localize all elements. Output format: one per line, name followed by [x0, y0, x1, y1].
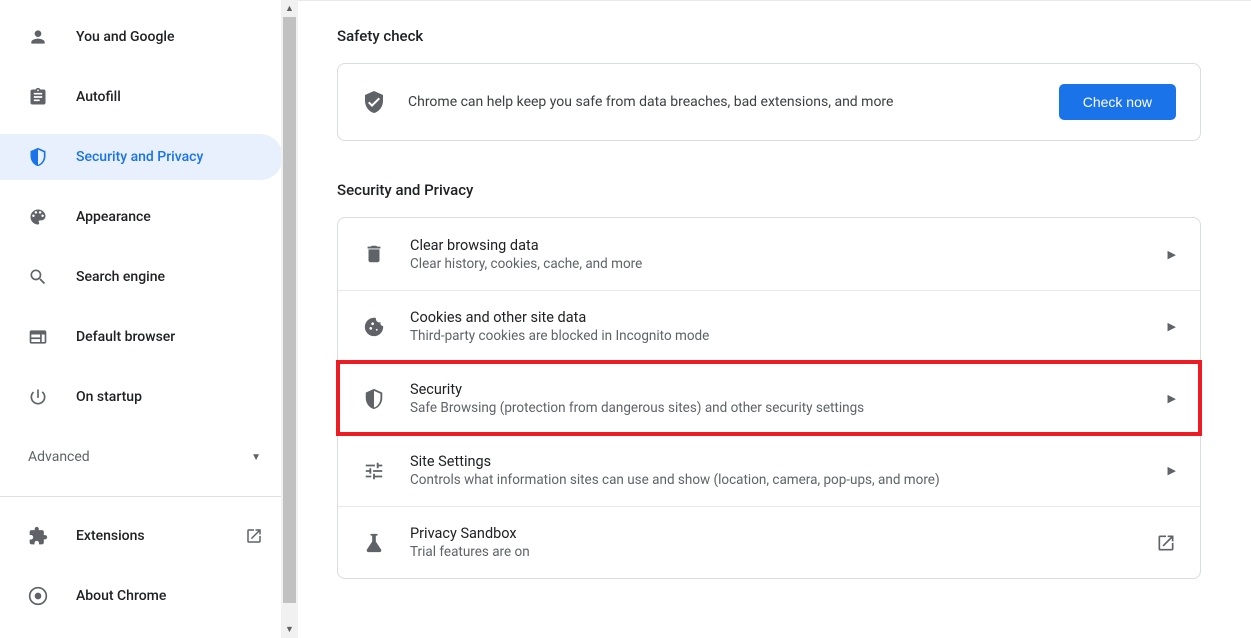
scroll-thumb[interactable] — [283, 17, 296, 603]
advanced-label: Advanced — [28, 449, 90, 465]
clipboard-icon — [28, 87, 48, 107]
sidebar-item-label: Autofill — [76, 89, 121, 105]
sidebar: You and Google Autofill Security and Pri… — [0, 0, 297, 638]
shield-check-icon — [362, 90, 386, 114]
scroll-down-arrow-icon[interactable]: ▼ — [281, 621, 298, 638]
row-privacy-sandbox[interactable]: Privacy Sandbox Trial features are on — [338, 506, 1200, 578]
sidebar-item-appearance[interactable]: Appearance — [0, 194, 283, 240]
sidebar-advanced-toggle[interactable]: Advanced ▼ — [0, 434, 297, 480]
open-external-icon — [245, 527, 263, 545]
row-title: Cookies and other site data — [410, 309, 1156, 326]
scrollbar[interactable]: ▲ ▼ — [281, 0, 298, 638]
extension-icon — [28, 526, 48, 546]
row-security[interactable]: Security Safe Browsing (protection from … — [338, 362, 1200, 434]
chevron-right-icon: ▶ — [1168, 392, 1176, 405]
row-title: Clear browsing data — [410, 237, 1156, 254]
safety-check-title: Safety check — [337, 27, 1201, 45]
sidebar-item-label: Search engine — [76, 269, 165, 285]
row-cookies[interactable]: Cookies and other site data Third-party … — [338, 290, 1200, 362]
sidebar-item-label: You and Google — [76, 29, 174, 45]
sidebar-item-on-startup[interactable]: On startup — [0, 374, 283, 420]
chevron-right-icon: ▶ — [1168, 320, 1176, 333]
sidebar-item-autofill[interactable]: Autofill — [0, 74, 283, 120]
row-sub: Controls what information sites can use … — [410, 472, 1156, 488]
sidebar-item-label: Appearance — [76, 209, 151, 225]
sidebar-item-label: Extensions — [76, 528, 145, 544]
window-icon — [28, 327, 48, 347]
sidebar-item-security-and-privacy[interactable]: Security and Privacy — [0, 134, 283, 180]
sidebar-item-label: On startup — [76, 389, 142, 405]
open-external-icon — [1156, 533, 1176, 553]
sidebar-item-you-and-google[interactable]: You and Google — [0, 14, 283, 60]
security-privacy-card: Clear browsing data Clear history, cooki… — [337, 217, 1201, 579]
check-now-button[interactable]: Check now — [1059, 84, 1176, 120]
trash-icon — [362, 242, 386, 266]
scroll-up-arrow-icon[interactable]: ▲ — [281, 0, 298, 17]
chevron-right-icon: ▶ — [1168, 248, 1176, 261]
main-content: Safety check Chrome can help keep you sa… — [297, 0, 1251, 638]
chrome-icon — [28, 586, 48, 606]
sidebar-item-label: Default browser — [76, 329, 175, 345]
sidebar-item-about-chrome[interactable]: About Chrome — [0, 573, 283, 619]
safety-check-card: Chrome can help keep you safe from data … — [337, 63, 1201, 141]
sidebar-item-default-browser[interactable]: Default browser — [0, 314, 283, 360]
palette-icon — [28, 207, 48, 227]
person-icon — [28, 27, 48, 47]
shield-icon — [28, 147, 48, 167]
row-title: Site Settings — [410, 453, 1156, 470]
sidebar-item-search-engine[interactable]: Search engine — [0, 254, 283, 300]
search-icon — [28, 267, 48, 287]
sidebar-item-extensions[interactable]: Extensions — [0, 513, 283, 559]
sidebar-item-label: Security and Privacy — [76, 149, 203, 165]
power-icon — [28, 387, 48, 407]
flask-icon — [362, 531, 386, 555]
chevron-right-icon: ▶ — [1168, 464, 1176, 477]
row-site-settings[interactable]: Site Settings Controls what information … — [338, 434, 1200, 506]
row-title: Security — [410, 381, 1156, 398]
sidebar-item-label: About Chrome — [76, 588, 166, 604]
safety-check-text: Chrome can help keep you safe from data … — [408, 94, 1059, 110]
row-sub: Clear history, cookies, cache, and more — [410, 256, 1156, 272]
cookie-icon — [362, 315, 386, 339]
chevron-down-icon: ▼ — [251, 452, 261, 463]
tune-icon — [362, 459, 386, 483]
row-title: Privacy Sandbox — [410, 525, 1144, 542]
security-privacy-title: Security and Privacy — [337, 181, 1201, 199]
row-sub: Safe Browsing (protection from dangerous… — [410, 400, 1156, 416]
row-sub: Trial features are on — [410, 544, 1144, 560]
row-sub: Third-party cookies are blocked in Incog… — [410, 328, 1156, 344]
row-clear-browsing-data[interactable]: Clear browsing data Clear history, cooki… — [338, 218, 1200, 290]
shield-icon — [362, 387, 386, 411]
